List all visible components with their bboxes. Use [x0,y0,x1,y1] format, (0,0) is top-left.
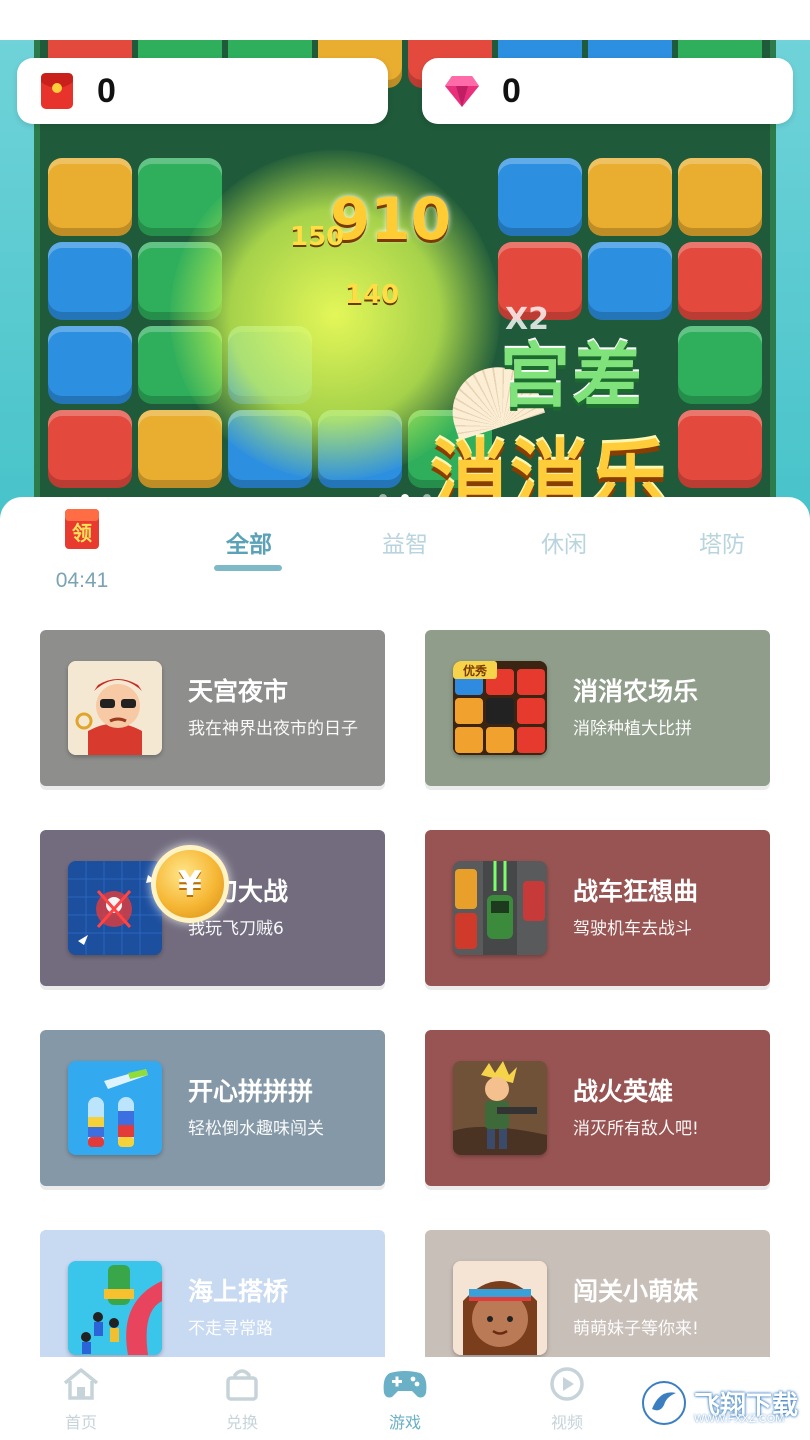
nav-label: 视频 [550,1413,583,1432]
nav-label: 首页 [64,1413,97,1432]
gamepad-icon [383,1371,427,1398]
game-subtitle: 驾驶机车去战斗 [573,919,692,939]
play-icon [550,1367,584,1401]
game-thumb [68,861,162,955]
nav-label: 兑换 [225,1413,258,1432]
gem-balance[interactable]: 0 [422,58,793,124]
tab-puzzle[interactable]: 益智 [355,525,455,559]
game-subtitle: 消灭所有敌人吧! [573,1119,699,1139]
tab-all[interactable]: 全部 [199,525,299,559]
banner-score-small: 140 [345,280,400,310]
watermark-logo-icon [642,1381,686,1425]
game-subtitle: 萌萌妹子等你来! [573,1319,699,1339]
tab-casual[interactable]: 休闲 [514,525,614,559]
game-card-xiaoxiao-farm[interactable]: 优秀 消消农场乐 消除种植大比拼 [425,630,770,786]
game-subtitle: 不走寻常路 [188,1319,273,1339]
game-card-zhanche[interactable]: 战车狂想曲 驾驶机车去战斗 [425,830,770,986]
nav-games[interactable]: 游戏 [365,1367,445,1433]
game-title: 天宫夜市 [188,677,289,706]
game-card-tiangong[interactable]: 天宫夜市 我在神界出夜市的日子 [40,630,385,786]
game-thumb [68,1261,162,1355]
game-title: 战车狂想曲 [573,877,699,906]
gem-value: 0 [502,71,521,110]
watermark-url: WWW.FXXZ.COM [694,1413,785,1425]
game-list-panel: 领 04:41 全部 益智 休闲 塔防 天宫夜市 我在神界出夜市的日子 优秀 消… [0,497,810,1357]
nav-exchange[interactable]: 兑换 [202,1367,282,1433]
red-packet-icon [39,71,75,111]
logo-line1: 宫差 [500,335,644,417]
game-thumb [453,861,547,955]
gem-icon [444,71,480,111]
game-subtitle: 消除种植大比拼 [573,719,692,739]
game-thumb [68,1061,162,1155]
site-watermark: 飞翔下载 WWW.FXXZ.COM [640,1375,805,1431]
game-title: 消消农场乐 [573,677,699,706]
svg-text:优秀: 优秀 [463,663,488,678]
nav-home[interactable]: 首页 [41,1367,121,1433]
game-thumb: 优秀 [453,661,547,755]
nav-label: 游戏 [388,1413,421,1432]
game-card-zhanhuo[interactable]: 战火英雄 消灭所有敌人吧! [425,1030,770,1186]
redpacket-balance[interactable]: 0 [17,58,388,124]
game-title: 闯关小萌妹 [573,1277,699,1306]
game-title: 开心拼拼拼 [188,1077,314,1106]
tab-tower-defense[interactable]: 塔防 [672,525,772,559]
bag-icon [226,1369,258,1401]
game-thumb [453,1261,547,1355]
game-card-chuangguan[interactable]: 闯关小萌妹 萌萌妹子等你来! [425,1230,770,1357]
game-subtitle: 我在神界出夜市的日子 [188,719,358,739]
yuan-icon: ¥ [178,864,202,904]
game-thumb [453,1061,547,1155]
home-icon [63,1368,99,1400]
floating-coin-bonus[interactable]: ¥ [151,845,229,923]
nav-video[interactable]: 视频 [527,1367,607,1433]
banner-score: 910 [330,185,452,253]
active-tab-indicator [214,565,282,571]
game-subtitle: 轻松倒水趣味闯关 [188,1119,324,1139]
game-title: 战火英雄 [573,1077,674,1106]
redpacket-value: 0 [97,71,116,110]
page: 910 150 140 X2 宫差 消消乐 0 0 领 04:41 全部 益智 … [0,0,810,1440]
game-thumb [68,661,162,755]
game-card-haishang[interactable]: 海上搭桥 不走寻常路 [40,1230,385,1357]
game-title: 海上搭桥 [188,1277,289,1306]
game-card-kaixin[interactable]: 开心拼拼拼 轻松倒水趣味闯关 [40,1030,385,1186]
banner-score-small: 150 [290,222,345,252]
category-tabs: 全部 益智 休闲 塔防 [0,525,810,585]
